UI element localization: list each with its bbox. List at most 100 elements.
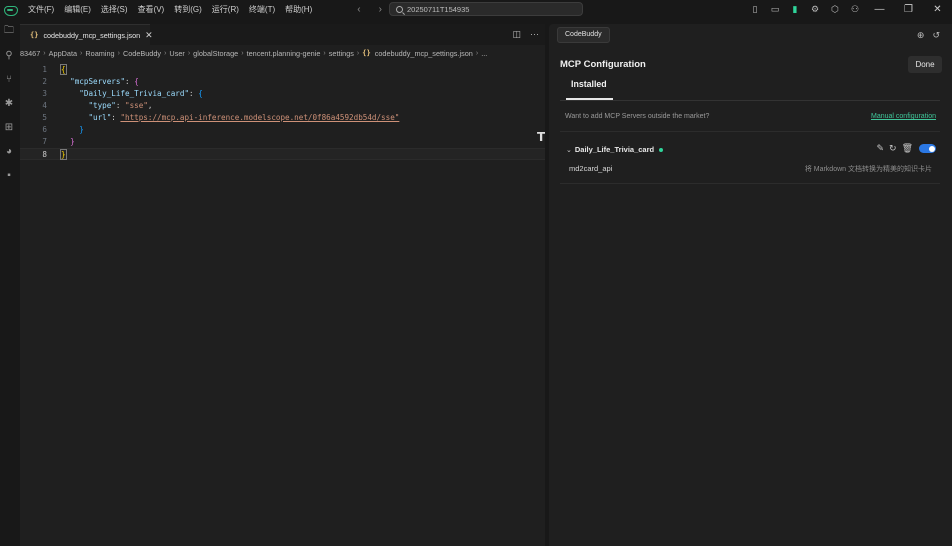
extensions-view-icon[interactable]: ⊞ [0, 115, 18, 139]
debug-icon[interactable]: ✱ [0, 91, 18, 115]
more-actions-icon[interactable]: ··· [530, 29, 539, 40]
breadcrumb-item[interactable]: codebuddy_mcp_settings.json [375, 49, 473, 58]
command-search-box[interactable]: 20250711T154935 [389, 2, 583, 16]
activity-bar: 🗀 ⚲ ⑂ ✱ ⊞ ◕ ▪ [0, 19, 18, 546]
menu-file[interactable]: 文件(F) [23, 0, 59, 19]
breadcrumb-item[interactable]: Roaming [85, 49, 114, 58]
chevron-right-icon: › [475, 49, 479, 57]
tab-label: codebuddy_mcp_settings.json [43, 30, 141, 40]
codebuddy-view-icon[interactable]: ◕ [0, 139, 18, 163]
restore-icon[interactable]: ❐ [894, 0, 923, 19]
account-icon[interactable]: ⚇ [845, 0, 865, 19]
manual-configuration-link[interactable]: Manual configuration [871, 113, 936, 120]
line-number: 7 [42, 137, 47, 146]
code-line-current: 8} [20, 148, 545, 160]
history-icon[interactable]: ↺ [932, 30, 940, 41]
panel-actions: ⊕ ↺ [917, 30, 940, 41]
search-view-icon[interactable]: ⚲ [0, 43, 18, 67]
toggle-secondary-sidebar-icon[interactable]: ▮ [785, 0, 805, 19]
menu-help[interactable]: 帮助(H) [280, 0, 317, 19]
search-icon [396, 5, 403, 13]
tab-installed[interactable]: Installed [571, 79, 607, 89]
text-cursor-icon: T [537, 130, 546, 144]
page-title: MCP Configuration [560, 59, 646, 70]
code-line: 7 } [20, 136, 545, 148]
breadcrumb-item[interactable]: ... [481, 49, 487, 58]
new-chat-icon[interactable]: ⊕ [917, 30, 925, 41]
menu-selection[interactable]: 选择(S) [96, 0, 133, 19]
code-line: 6 } [20, 124, 545, 136]
editor-tab-bar: {} codebuddy_mcp_settings.json ✕ ◫ ··· [20, 24, 545, 45]
json-file-icon: {} [362, 49, 371, 57]
code-token: "sse" [125, 101, 148, 110]
server-enable-toggle[interactable] [919, 144, 936, 153]
code-editor[interactable]: 1{ 2 "mcpServers": { 3 "Daily_Life_Trivi… [20, 64, 545, 160]
delete-icon[interactable]: 🗑 [902, 143, 913, 154]
chevron-down-icon[interactable]: ⌄ [566, 146, 572, 154]
active-tab-indicator [566, 98, 613, 100]
chevron-right-icon: › [80, 49, 83, 57]
toggle-panel-icon[interactable]: ▭ [765, 0, 785, 19]
server-header[interactable]: ⌄ Daily_Life_Trivia_card [566, 145, 664, 154]
breadcrumb-item[interactable]: AppData [49, 49, 77, 58]
code-line: 2 "mcpServers": { [20, 76, 545, 88]
code-token: "type" [88, 101, 116, 110]
menu-edit[interactable]: 编辑(E) [59, 0, 96, 19]
menu-run[interactable]: 运行(R) [207, 0, 244, 19]
line-number: 3 [42, 89, 47, 98]
codebuddy-panel: CodeBuddy ⊕ ↺ MCP Configuration Done Ins… [549, 24, 952, 546]
line-number: 8 [42, 150, 47, 159]
refresh-icon[interactable]: ↻ [889, 143, 897, 154]
source-control-icon[interactable]: ⑂ [0, 67, 18, 91]
url-link[interactable]: "https://mcp.api-inference.modelscope.ne… [120, 113, 399, 122]
done-button[interactable]: Done [908, 56, 942, 73]
line-number: 4 [42, 101, 47, 110]
breadcrumb-item[interactable]: globalStorage [193, 49, 238, 58]
panel-tab-codebuddy[interactable]: CodeBuddy [557, 27, 610, 43]
settings-gear-icon[interactable]: ⚙ [805, 0, 825, 19]
code-token: "url" [88, 113, 112, 122]
divider [560, 131, 940, 132]
line-number: 6 [42, 125, 47, 134]
forward-arrow-icon[interactable]: › [379, 4, 382, 15]
extensions-icon[interactable]: ⬡ [825, 0, 845, 19]
split-editor-icon[interactable]: ◫ [512, 29, 521, 40]
breadcrumb-item[interactable]: settings [329, 49, 354, 58]
nav-arrows: ‹ › [357, 4, 382, 15]
line-number: 2 [42, 77, 47, 86]
panel-view-icon[interactable]: ▪ [0, 163, 18, 187]
close-tab-icon[interactable]: ✕ [145, 30, 153, 41]
breadcrumb-item[interactable]: 83467 [20, 49, 40, 58]
toggle-sidebar-icon[interactable]: ▯ [745, 0, 765, 19]
market-hint-text: Want to add MCP Servers outside the mark… [565, 113, 710, 120]
server-name: Daily_Life_Trivia_card [574, 145, 655, 154]
tab-codebuddy-mcp-settings[interactable]: {} codebuddy_mcp_settings.json ✕ [20, 24, 153, 45]
menu-terminal[interactable]: 终端(T) [244, 0, 280, 19]
code-token: } [79, 125, 84, 134]
line-number: 1 [42, 65, 47, 74]
chevron-right-icon: › [43, 49, 46, 57]
menu-go[interactable]: 转到(G) [169, 0, 207, 19]
chevron-right-icon: › [356, 49, 360, 57]
breadcrumb-item[interactable]: User [169, 49, 184, 58]
code-token: { [60, 64, 67, 75]
codebuddy-logo-icon [4, 5, 18, 16]
titlebar-actions: ▯ ▭ ▮ ⚙ ⬡ ⚇ — ❐ ✕ [745, 0, 952, 19]
status-online-icon [659, 147, 664, 152]
menu-view[interactable]: 查看(V) [133, 0, 170, 19]
breadcrumb-item[interactable]: CodeBuddy [123, 49, 161, 58]
menu-bar: 文件(F) 编辑(E) 选择(S) 查看(V) 转到(G) 运行(R) 终端(T… [23, 0, 317, 19]
edit-icon[interactable]: ✎ [876, 143, 884, 154]
code-token: { [134, 77, 139, 86]
code-token: } [60, 149, 67, 160]
explorer-icon[interactable]: 🗀 [0, 19, 18, 43]
mcp-server-card: ⌄ Daily_Life_Trivia_card ✎ ↻ 🗑 md2card_a… [560, 139, 940, 184]
line-number: 5 [42, 113, 47, 122]
back-arrow-icon[interactable]: ‹ [357, 4, 360, 15]
code-line: 3 "Daily_Life_Trivia_card": { [20, 88, 545, 100]
minimize-icon[interactable]: — [865, 0, 894, 19]
code-line: 1{ [20, 64, 545, 76]
breadcrumb-item[interactable]: tencent.planning-genie [247, 49, 321, 58]
close-window-icon[interactable]: ✕ [923, 0, 952, 19]
tool-description: 将 Markdown 文档转换为精美的知识卡片 [804, 166, 932, 173]
